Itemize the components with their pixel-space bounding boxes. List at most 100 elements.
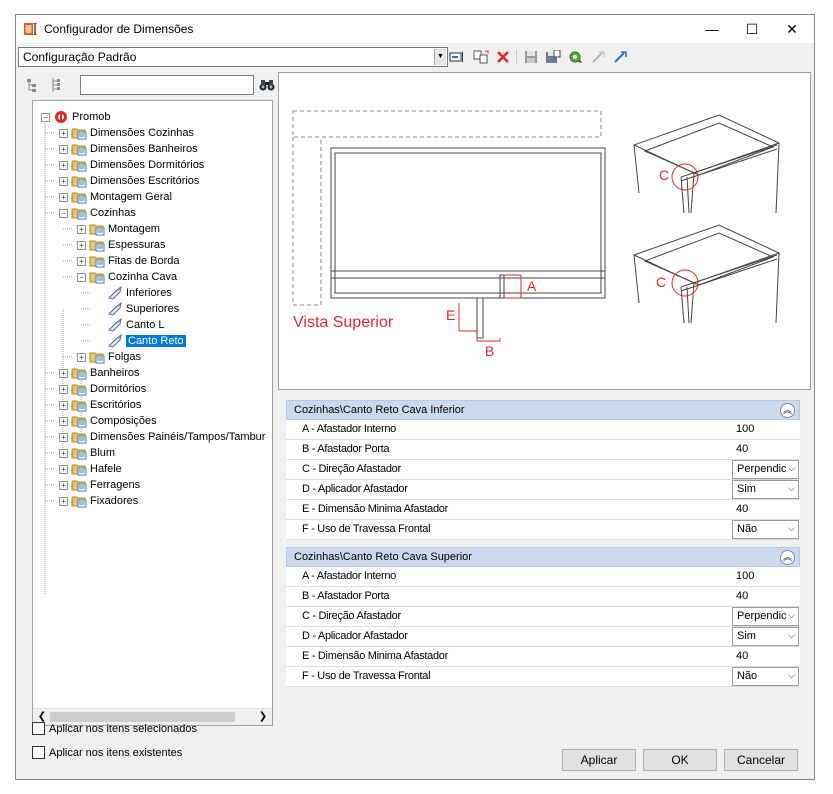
tree-item[interactable]: + Hafele [59, 461, 122, 477]
delete-icon[interactable] [494, 49, 512, 65]
chevron-down-icon[interactable]: ⌵ [788, 523, 795, 534]
apply-selected-checkbox[interactable]: Aplicar nos itens selecionados [32, 722, 197, 735]
tree-item[interactable]: + Dormitórios [59, 381, 146, 397]
tree-item[interactable]: + Composições [59, 413, 157, 429]
property-row[interactable]: B - Afastador Porta 40 [286, 440, 800, 460]
apply-existing-checkbox[interactable]: Aplicar nos itens existentes [32, 746, 182, 759]
property-row[interactable]: D - Aplicador Afastador Sim ⌵ [286, 480, 800, 500]
expand-toggle-icon[interactable]: + [59, 144, 68, 154]
tree-item[interactable]: + Espessuras [77, 237, 165, 253]
expand-toggle-icon[interactable]: + [59, 368, 68, 378]
cancel-button[interactable]: Cancelar [724, 749, 798, 771]
property-row[interactable]: A - Afastador Interno 100 [286, 567, 800, 587]
property-value-input[interactable]: 100 [732, 420, 799, 439]
property-row[interactable]: F - Uso de Travessa Frontal Não ⌵ [286, 520, 800, 540]
tree-item[interactable]: + Escritórios [59, 397, 141, 413]
expand-toggle-icon[interactable]: + [77, 240, 86, 250]
collapse-toggle-icon[interactable]: − [59, 208, 68, 218]
group-header-inferior[interactable]: Cozinhas\Canto Reto Cava Inferior ︽ [286, 400, 800, 420]
rename-icon[interactable] [448, 49, 466, 65]
property-value-input[interactable]: 40 [732, 587, 799, 606]
expand-toggle-icon[interactable]: + [59, 176, 68, 186]
tree-item[interactable]: + Montagem Geral [59, 189, 172, 205]
save-as-icon[interactable] [544, 49, 562, 65]
tree-item[interactable]: + Dimensões Banheiros [59, 141, 198, 157]
property-value-select[interactable]: Não ⌵ [732, 520, 799, 539]
checkbox-box[interactable] [32, 746, 45, 759]
checkbox-box[interactable] [32, 722, 45, 735]
expand-toggle-icon[interactable]: + [59, 448, 68, 458]
import-icon[interactable] [590, 49, 608, 65]
expand-toggle-icon[interactable]: + [77, 224, 86, 234]
expand-toggle-icon[interactable]: + [59, 432, 68, 442]
collapse-up-icon[interactable]: ︽ [780, 550, 795, 565]
tree-item[interactable]: + Dimensões Dormitórios [59, 157, 204, 173]
collapse-toggle-icon[interactable]: − [41, 112, 50, 122]
tree-item[interactable]: Canto Reto [95, 333, 186, 349]
tree-item[interactable]: + Dimensões Painéis/Tampos/Tambur [59, 429, 265, 445]
binoculars-icon[interactable] [259, 77, 275, 93]
expand-toggle-icon[interactable]: + [59, 160, 68, 170]
expand-toggle-icon[interactable]: + [59, 128, 68, 138]
tree-item[interactable]: − Cozinhas [59, 205, 136, 221]
property-row[interactable]: E - Dimensão Minima Afastador 40 [286, 500, 800, 520]
expand-toggle-icon[interactable]: + [59, 384, 68, 394]
ok-button[interactable]: OK [643, 749, 717, 771]
property-value-select[interactable]: Perpendic ⌵ [732, 460, 799, 479]
property-value-input[interactable]: 40 [732, 647, 799, 666]
property-row[interactable]: B - Afastador Porta 40 [286, 587, 800, 607]
tree-item[interactable]: + Fitas de Borda [77, 253, 180, 269]
config-select[interactable]: Configuração Padrão ▼ [18, 47, 448, 67]
expand-toggle-icon[interactable]: + [59, 480, 68, 490]
property-row[interactable]: A - Afastador Interno 100 [286, 420, 800, 440]
collapse-all-icon[interactable] [26, 77, 42, 93]
expand-toggle-icon[interactable]: + [77, 352, 86, 362]
expand-toggle-icon[interactable]: + [59, 192, 68, 202]
group-header-superior[interactable]: Cozinhas\Canto Reto Cava Superior ︽ [286, 547, 800, 567]
apply-button[interactable]: Aplicar [562, 749, 636, 771]
property-row[interactable]: C - Direção Afastador Perpendic ⌵ [286, 607, 800, 627]
expand-all-icon[interactable] [48, 77, 64, 93]
collapse-up-icon[interactable]: ︽ [780, 403, 795, 418]
tree-item[interactable]: Canto L [95, 317, 165, 333]
tree-item[interactable]: − Promob [41, 109, 111, 125]
tree-item[interactable]: + Blum [59, 445, 115, 461]
chevron-down-icon[interactable]: ⌵ [788, 463, 795, 474]
maximize-button[interactable]: ☐ [732, 15, 772, 43]
settings-icon[interactable] [566, 49, 584, 65]
property-value-input[interactable]: 100 [732, 567, 799, 586]
chevron-down-icon[interactable]: ▼ [434, 49, 446, 65]
collapse-toggle-icon[interactable]: − [77, 272, 86, 282]
property-value-select[interactable]: Sim ⌵ [732, 627, 799, 646]
tree-item[interactable]: + Fixadores [59, 493, 138, 509]
tree-item[interactable]: + Dimensões Cozinhas [59, 125, 194, 141]
property-value-input[interactable]: 40 [732, 440, 799, 459]
tree-search-input[interactable] [80, 75, 254, 95]
copy-config-icon[interactable] [472, 49, 490, 65]
minimize-button[interactable]: — [692, 15, 732, 43]
chevron-down-icon[interactable]: ⌵ [788, 670, 795, 681]
tree-item[interactable]: Superiores [95, 301, 179, 317]
chevron-down-icon[interactable]: ⌵ [788, 483, 795, 494]
tree-item[interactable]: + Ferragens [59, 477, 140, 493]
property-row[interactable]: F - Uso de Travessa Frontal Não ⌵ [286, 667, 800, 687]
save-icon[interactable] [522, 49, 540, 65]
property-value-select[interactable]: Sim ⌵ [732, 480, 799, 499]
chevron-down-icon[interactable]: ⌵ [788, 610, 795, 621]
expand-toggle-icon[interactable]: + [59, 416, 68, 426]
property-row[interactable]: E - Dimensão Minima Afastador 40 [286, 647, 800, 667]
expand-toggle-icon[interactable]: + [59, 400, 68, 410]
property-value-select[interactable]: Não ⌵ [732, 667, 799, 686]
tree-item[interactable]: + Banheiros [59, 365, 140, 381]
tree-item[interactable]: + Montagem [77, 221, 160, 237]
scrollbar-thumb[interactable] [50, 712, 235, 722]
tree-item[interactable]: − Cozinha Cava [77, 269, 177, 285]
expand-toggle-icon[interactable]: + [77, 256, 86, 266]
property-row[interactable]: D - Aplicador Afastador Sim ⌵ [286, 627, 800, 647]
tree-view[interactable]: − Promob + Dimensões Cozinhas + Dimensões Ban… [32, 100, 273, 726]
expand-toggle-icon[interactable]: + [59, 496, 68, 506]
expand-toggle-icon[interactable]: + [59, 464, 68, 474]
tree-item[interactable]: + Dimensões Escritórios [59, 173, 199, 189]
tree-item[interactable]: + Folgas [77, 349, 141, 365]
export-icon[interactable] [612, 49, 630, 65]
